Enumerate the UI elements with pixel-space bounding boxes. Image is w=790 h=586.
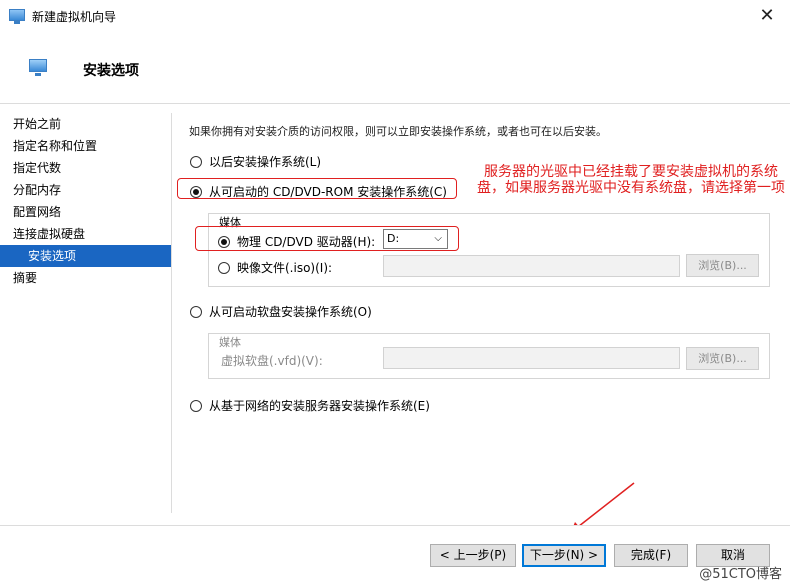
- annotation-text: 服务器的光驱中已经挂载了要安装虚拟机的系统盘，如果服务器光驱中没有系统盘，请选择…: [477, 164, 785, 196]
- sidebar-item-generation[interactable]: 指定代数: [0, 157, 171, 179]
- sidebar-item-memory[interactable]: 分配内存: [0, 179, 171, 201]
- radio-label: 从可启动软盘安装操作系统(O): [209, 305, 372, 319]
- watermark: @51CTO博客: [699, 567, 782, 582]
- radio-install-floppy[interactable]: 从可启动软盘安装操作系统(O): [190, 303, 372, 320]
- radio-indicator: [218, 261, 230, 274]
- browse-vfd-button[interactable]: 浏览(B)...: [686, 347, 759, 370]
- iso-path-input[interactable]: [383, 255, 680, 277]
- sidebar-item-name-location[interactable]: 指定名称和位置: [0, 135, 171, 157]
- wizard-footer: < 上一步(P) 下一步(N) > 完成(F) 取消 @51CTO博客: [0, 525, 790, 586]
- radio-label: 从基于网络的安装服务器安装操作系统(E): [209, 399, 430, 413]
- highlight-cd-option: [177, 178, 457, 199]
- radio-indicator: [190, 155, 202, 168]
- sidebar-item-virtual-disk[interactable]: 连接虚拟硬盘: [0, 223, 171, 245]
- vfd-path-input[interactable]: [383, 347, 680, 369]
- title-bar: 新建虚拟机向导 ✕: [0, 0, 790, 31]
- radio-indicator: [190, 305, 202, 318]
- group-label: 媒体: [217, 334, 243, 350]
- intro-text: 如果你拥有对安装介质的访问权限，则可以立即安装操作系统，或者也可在以后安装。: [189, 125, 607, 138]
- radio-install-later[interactable]: 以后安装操作系统(L): [190, 153, 321, 170]
- sidebar-item-network[interactable]: 配置网络: [0, 201, 171, 223]
- radio-install-network[interactable]: 从基于网络的安装服务器安装操作系统(E): [190, 397, 430, 414]
- radio-indicator: [190, 399, 202, 412]
- previous-button[interactable]: < 上一步(P): [430, 544, 516, 567]
- highlight-physical-drive: [195, 226, 459, 251]
- sidebar-item-summary[interactable]: 摘要: [0, 267, 171, 289]
- browse-iso-button[interactable]: 浏览(B)...: [686, 254, 759, 277]
- close-button[interactable]: ✕: [744, 0, 790, 31]
- wizard-steps-sidebar: 开始之前 指定名称和位置 指定代数 分配内存 配置网络 连接虚拟硬盘 安装选项 …: [0, 113, 172, 513]
- finish-button[interactable]: 完成(F): [614, 544, 688, 567]
- monitor-icon: [29, 59, 47, 76]
- radio-image-file[interactable]: 映像文件(.iso)(I):: [218, 259, 332, 276]
- wizard-header: 安装选项: [0, 31, 790, 104]
- window-title: 新建虚拟机向导: [32, 10, 117, 24]
- radio-label: 以后安装操作系统(L): [209, 155, 322, 169]
- sidebar-item-before-you-begin[interactable]: 开始之前: [0, 113, 171, 135]
- vfd-label: 虚拟软盘(.vfd)(V):: [221, 354, 323, 368]
- radio-label: 映像文件(.iso)(I):: [237, 261, 333, 275]
- sidebar-item-install-options[interactable]: 安装选项: [0, 245, 171, 267]
- vm-window-icon: [9, 9, 25, 24]
- next-button[interactable]: 下一步(N) >: [522, 544, 606, 567]
- page-title: 安装选项: [83, 63, 139, 79]
